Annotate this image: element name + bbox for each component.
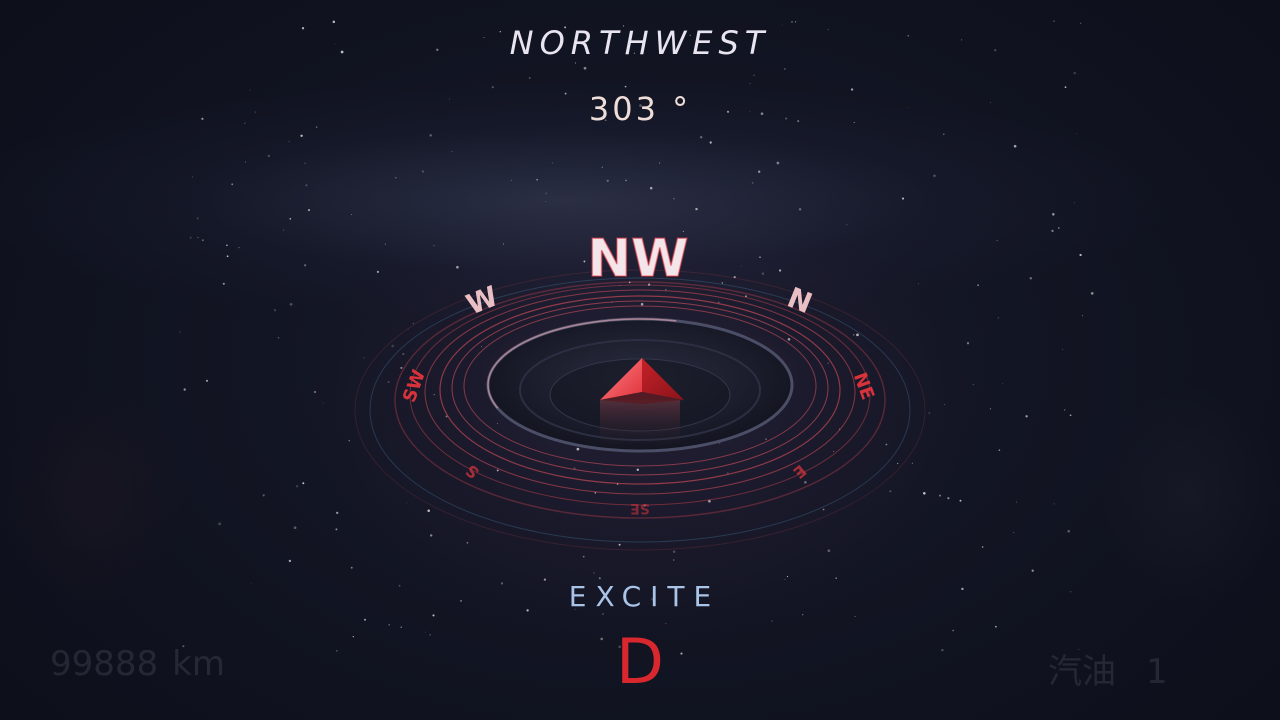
compass-label-right-side: NE: [849, 370, 878, 403]
compass-label-left-lower: S: [462, 461, 483, 483]
fuel-label: 汽油: [1048, 652, 1116, 692]
fuel-value: 1: [1146, 652, 1168, 692]
compass-label-right-upper: N: [783, 281, 817, 320]
odometer-value: 99888: [50, 644, 159, 684]
compass-label-back: SE: [630, 500, 650, 516]
compass-label-front: NW: [588, 229, 689, 289]
odometer-unit: km: [172, 644, 225, 684]
odometer: 99888 km: [50, 644, 225, 684]
drive-mode-label: EXCITE: [568, 580, 721, 613]
fuel-readout: 汽油 1: [1048, 644, 1168, 693]
cluster-screen: NORTHWEST 303 ° NW W N SW NE S E SE EXCI…: [0, 0, 1280, 720]
